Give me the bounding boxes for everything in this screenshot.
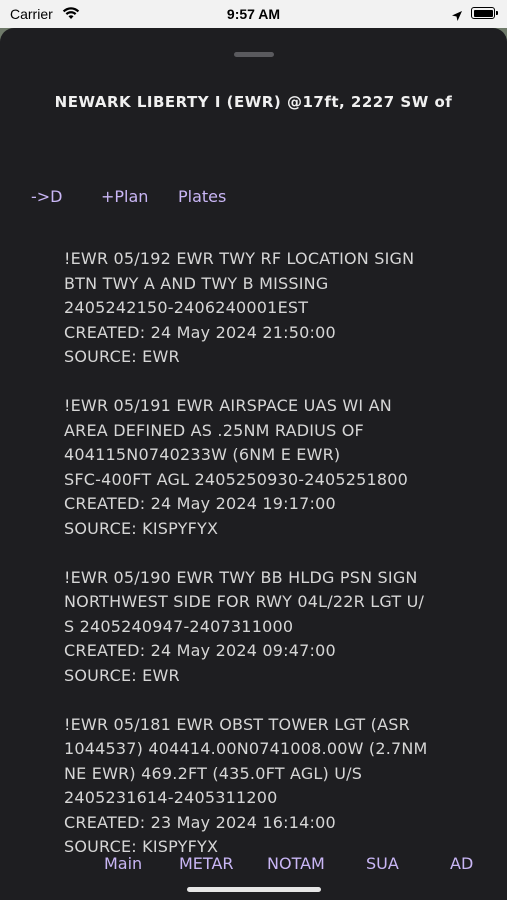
plates-button[interactable]: Plates — [178, 187, 226, 206]
notam-line: 1044537) 404414.00N0741008.00W (2.7NM — [64, 739, 428, 758]
notam-created: CREATED: 24 May 2024 21:50:00 — [64, 322, 336, 342]
tab-ad[interactable]: AD — [450, 854, 473, 873]
notam-line: 2405231614-2405311200 — [64, 788, 278, 807]
notam-line: SFC-400FT AGL 2405250930-2405251800 — [64, 469, 409, 489]
notam-line: !EWR 05/181 EWR OBST TOWER LGT (ASR — [64, 714, 410, 734]
notam-source: SOURCE: EWR — [64, 347, 180, 366]
notam-created: CREATED: 24 May 2024 09:47:00 — [64, 641, 336, 660]
notam-source: SOURCE: KISPYFYX — [64, 518, 219, 538]
direct-to-button[interactable]: ->D — [31, 187, 63, 206]
add-to-plan-button[interactable]: +Plan — [101, 187, 148, 206]
home-indicator — [187, 887, 321, 892]
tab-metar[interactable]: METAR — [179, 854, 234, 873]
notam-line: AREA DEFINED AS .25NM RADIUS OF — [64, 420, 364, 440]
notam-item: !EWR 05/190 EWR TWY BB HLDG PSN SIGN NOR… — [64, 566, 464, 689]
battery-icon — [471, 7, 498, 19]
notam-line: 404115N0740233W (6NM E EWR) — [64, 445, 341, 464]
notam-line: NORTHWEST SIDE FOR RWY 04L/22R LGT U/ — [64, 592, 425, 611]
sheet-grabber-handle[interactable] — [234, 52, 274, 57]
tab-notam[interactable]: NOTAM — [267, 854, 325, 873]
notam-created: CREATED: 23 May 2024 16:14:00 — [64, 812, 336, 832]
notam-line: 2405242150-2406240001EST — [64, 298, 309, 317]
airport-title: NEWARK LIBERTY I (EWR) @17ft, 2227 SW of — [54, 93, 453, 111]
notam-line: !EWR 05/190 EWR TWY BB HLDG PSN SIGN — [64, 567, 418, 587]
notam-line: NE EWR) 469.2FT (435.0FT AGL) U/S — [64, 763, 363, 783]
notam-created: CREATED: 24 May 2024 19:17:00 — [64, 494, 336, 513]
notam-line: !EWR 05/192 EWR TWY RF LOCATION SIGN — [64, 249, 415, 268]
notam-line: S 2405240947-2407311000 — [64, 616, 294, 636]
clock: 9:57 AM — [226, 6, 281, 22]
notam-item: !EWR 05/191 EWR AIRSPACE UAS WI AN AREA … — [64, 394, 464, 541]
notam-line: !EWR 05/191 EWR AIRSPACE UAS WI AN — [64, 396, 392, 415]
location-arrow-icon — [451, 7, 463, 26]
notam-list: !EWR 05/192 EWR TWY RF LOCATION SIGN BTN… — [64, 247, 464, 884]
tab-main[interactable]: Main — [104, 854, 142, 873]
notam-item: !EWR 05/181 EWR OBST TOWER LGT (ASR 1044… — [64, 713, 464, 860]
notam-line: BTN TWY A AND TWY B MISSING — [64, 273, 329, 293]
bottom-tab-bar: Main METAR NOTAM SUA AD — [0, 854, 507, 878]
notam-item: !EWR 05/192 EWR TWY RF LOCATION SIGN BTN… — [64, 247, 464, 370]
notam-source: SOURCE: EWR — [64, 665, 180, 685]
tab-sua[interactable]: SUA — [366, 854, 399, 873]
status-bar: Carrier 9:57 AM — [0, 0, 507, 28]
